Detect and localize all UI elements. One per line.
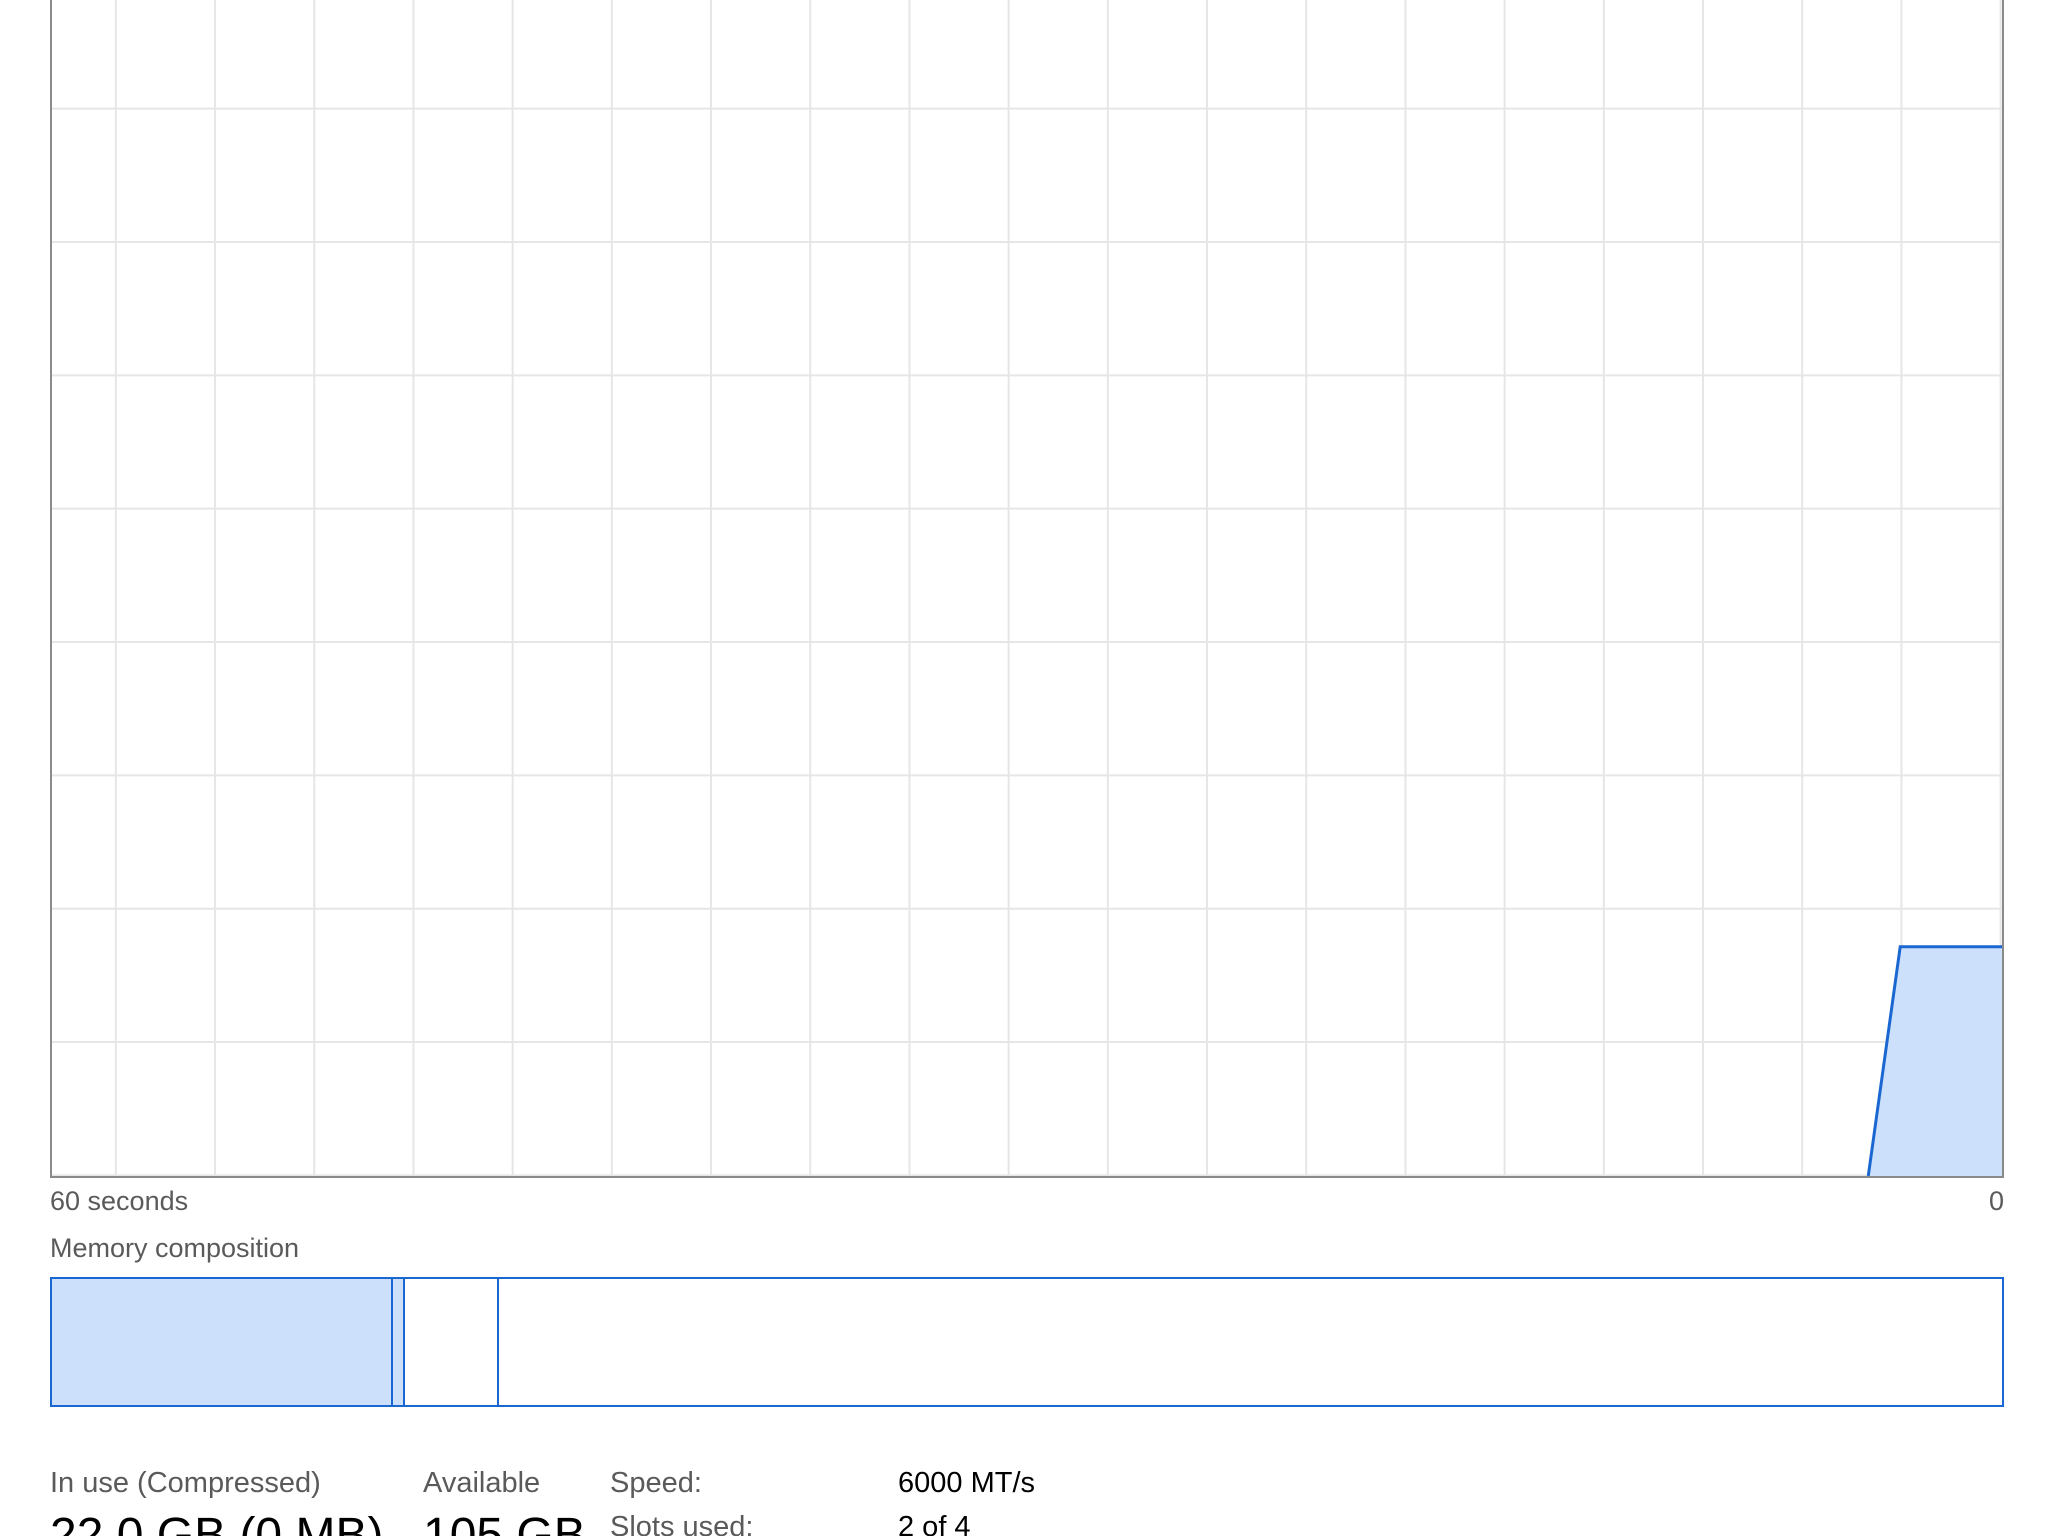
memory-performance-panel: 60 seconds 0 Memory composition In use (… [0, 0, 2048, 1536]
available-value: 105 GB [423, 1509, 586, 1536]
composition-free-segment [498, 1279, 2002, 1405]
speed-label: Speed: [610, 1467, 702, 1499]
memory-composition-bar [50, 1277, 2004, 1407]
time-span-label: 60 seconds [50, 1186, 189, 1216]
memory-usage-graph [50, 0, 2004, 1178]
composition-modified-segment [393, 1279, 405, 1405]
memory-usage-graph-canvas [52, 0, 2002, 1176]
available-label: Available [423, 1467, 541, 1499]
slots-used-value: 2 of 4 [898, 1511, 971, 1536]
slots-used-label: Slots used: [610, 1511, 754, 1536]
in-use-label: In use (Compressed) [50, 1467, 321, 1499]
composition-standby-segment [404, 1279, 499, 1405]
composition-in-use-segment [52, 1279, 394, 1405]
memory-composition-label: Memory composition [50, 1233, 300, 1263]
memory-usage-area [1868, 946, 2002, 1176]
graph-grid [52, 0, 2002, 1176]
in-use-value: 22.0 GB (0 MB) [50, 1509, 384, 1536]
speed-value: 6000 MT/s [898, 1467, 1035, 1499]
time-end-label: 0 [1988, 1186, 2004, 1216]
